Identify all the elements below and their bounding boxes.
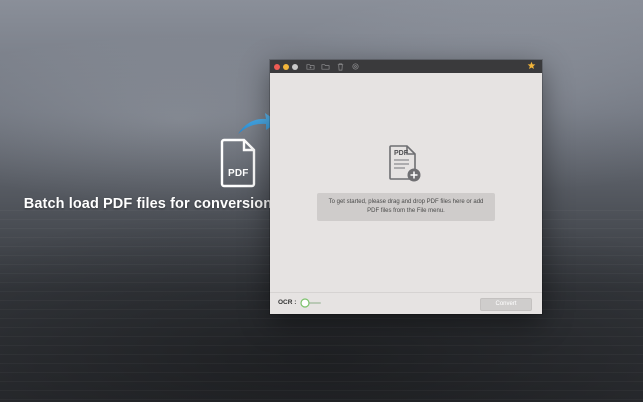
app-window: PDF To get started, please drag and drop…: [270, 60, 542, 314]
settings-icon[interactable]: [351, 62, 360, 71]
minimize-button[interactable]: [283, 63, 289, 70]
ocr-toggle[interactable]: [299, 297, 323, 309]
drop-hint-text: To get started, please drag and drop PDF…: [328, 199, 484, 214]
pdf-document-icon: PDF: [218, 138, 258, 188]
drop-icon-label: PDF: [394, 150, 408, 157]
drop-hint: To get started, please drag and drop PDF…: [317, 193, 495, 221]
trash-icon[interactable]: [336, 62, 345, 71]
pdf-badge-text: PDF: [228, 168, 249, 179]
folder-add-icon[interactable]: [306, 62, 315, 71]
promo-caption: Batch load PDF files for conversion: [23, 196, 273, 212]
convert-button[interactable]: Convert: [480, 298, 532, 311]
bottom-bar: OCR : Convert: [270, 292, 542, 315]
title-bar: [270, 60, 542, 73]
close-button[interactable]: [274, 63, 280, 70]
star-icon[interactable]: [527, 61, 536, 70]
folder-open-icon[interactable]: [321, 62, 330, 71]
ocr-label: OCR :: [278, 299, 297, 306]
zoom-button[interactable]: [292, 63, 298, 70]
